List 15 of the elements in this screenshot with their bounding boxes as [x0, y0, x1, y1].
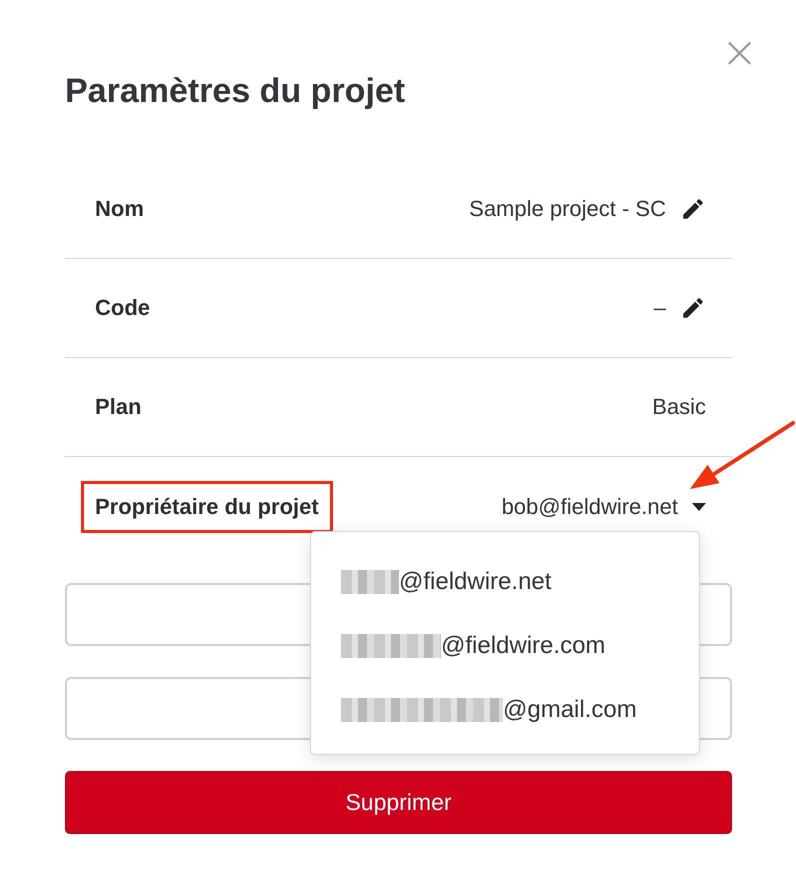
email-option[interactable]: @fieldwire.net — [399, 568, 552, 596]
owner-select[interactable]: bob@fieldwire.net — [502, 494, 678, 520]
row-value: Sample project - SC — [469, 196, 666, 222]
caret-icon[interactable] — [692, 502, 706, 510]
email-option[interactable]: @gmail.com — [503, 696, 637, 724]
email-option[interactable]: @fieldwire.com — [441, 632, 606, 660]
row-label: Plan — [95, 393, 142, 421]
delete-button[interactable]: Supprimer — [65, 771, 732, 834]
row-label: Code — [95, 294, 150, 322]
row-value: – — [654, 295, 666, 321]
dialog-title: Paramètres du projet — [65, 72, 406, 111]
row-label: Propriétaire du projet — [81, 480, 333, 532]
pixelated-block — [341, 570, 399, 594]
row-label: Nom — [95, 195, 144, 223]
row-value: Basic — [652, 394, 706, 420]
